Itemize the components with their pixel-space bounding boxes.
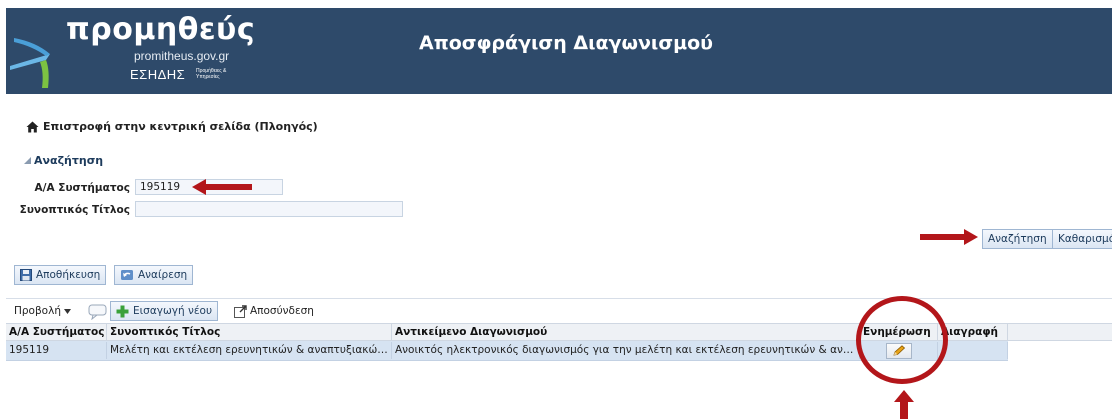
column-header-system-id[interactable]: Α/Α Συστήματος [6,324,107,340]
column-header-delete[interactable]: Διαγραφή [938,324,1008,340]
home-icon [26,121,39,132]
annotation-arrow-up-icon [894,390,914,419]
collapse-triangle-icon [24,157,31,164]
back-to-home-link[interactable]: Επιστροφή στην κεντρική σελίδα (Πλοηγός) [26,120,318,133]
search-button-label: Αναζήτηση [988,233,1047,245]
cell-system-id: 195119 [6,342,107,359]
annotation-arrow-right-icon [920,229,978,245]
logo-system-text: ΕΣΗΔΗΣ [130,67,186,82]
clear-button[interactable]: Καθαρισμός [1052,229,1112,249]
view-menu-label: Προβολή [14,305,61,317]
dropdown-arrow-icon [63,308,71,314]
insert-new-label: Εισαγωγή νέου [133,305,213,317]
view-menu[interactable]: Προβολή [14,302,71,320]
page-title: Αποσφράγιση Διαγωνισμού [418,32,713,54]
back-link-label: Επιστροφή στην κεντρική σελίδα (Πλοηγός) [43,120,318,133]
header-bar: προμηθεύς promitheus.gov.gr ΕΣΗΔΗΣ Προμή… [6,8,1112,94]
logo-brand-text: προμηθεύς [66,12,256,47]
cell-subject: Ανοικτός ηλεκτρονικός διαγωνισμός για τη… [392,342,860,359]
detach-icon [234,304,247,318]
save-button-label: Αποθήκευση [36,269,101,281]
insert-new-button[interactable]: Εισαγωγή νέου [110,301,219,321]
cell-delete [938,342,1008,359]
undo-icon [121,270,133,280]
toolbar-divider [6,298,1112,299]
column-header-subject[interactable]: Αντικείμενο Διαγωνισμού [392,324,860,340]
save-button[interactable]: Αποθήκευση [14,265,107,285]
logo-site-text: promitheus.gov.gr [134,49,230,63]
logo: προμηθεύς promitheus.gov.gr ΕΣΗΔΗΣ Προμή… [6,8,266,94]
system-id-label: Α/Α Συστήματος [34,182,130,194]
short-title-input[interactable] [135,201,403,217]
logo-system-subtext: Προμήθειες & Υπηρεσίες [196,68,227,80]
add-icon [116,305,129,317]
short-title-label: Συνοπτικός Τίτλος [19,204,130,216]
cell-short-title: Μελέτη και εκτέλεση ερευνητικών & αναπτυ… [107,342,392,359]
detach-label: Αποσύνδεση [250,305,314,317]
clear-button-label: Καθαρισμός [1058,233,1112,245]
annotation-circle [856,296,948,384]
annotation-arrow-left-icon [192,179,252,195]
undo-button-label: Αναίρεση [138,269,188,281]
save-icon [20,269,32,281]
comment-icon[interactable] [88,304,108,320]
detach-button[interactable]: Αποσύνδεση [234,302,314,320]
search-section-label: Αναζήτηση [34,154,104,167]
undo-button[interactable]: Αναίρεση [114,265,194,285]
app-window: προμηθεύς promitheus.gov.gr ΕΣΗΔΗΣ Προμή… [6,8,1112,419]
search-button[interactable]: Αναζήτηση [982,229,1053,249]
search-section-title[interactable]: Αναζήτηση [23,154,103,167]
column-header-short-title[interactable]: Συνοπτικός Τίτλος [107,324,392,340]
